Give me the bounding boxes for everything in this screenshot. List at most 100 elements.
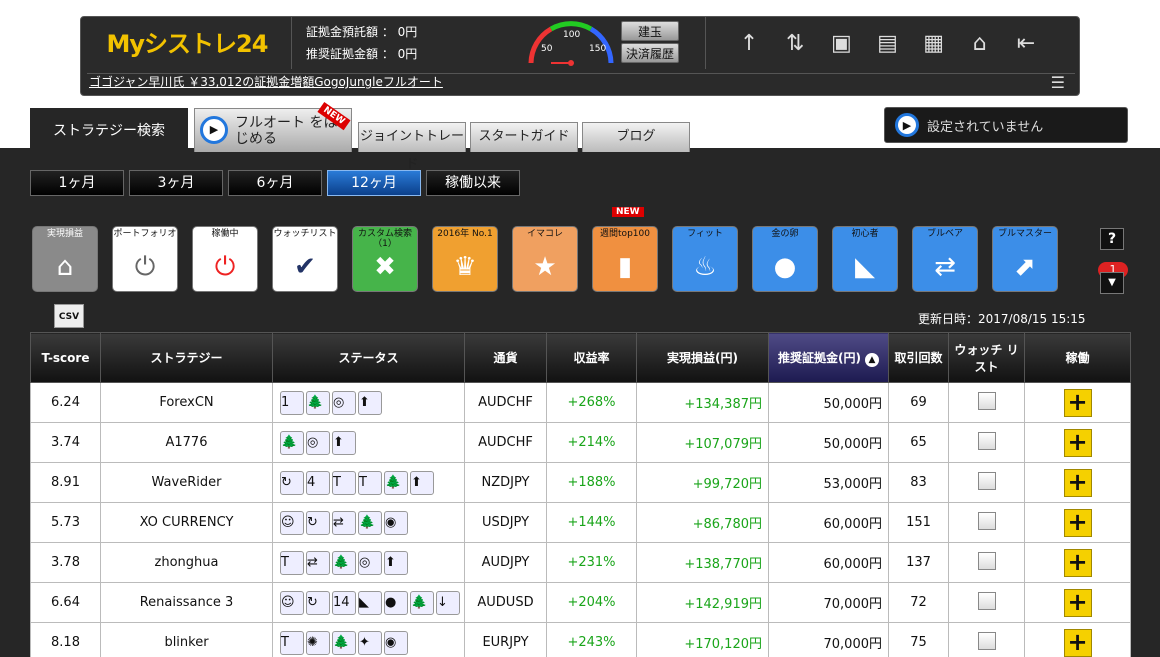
category-bullmaster[interactable]: ブルマスター ⬈ [992, 226, 1058, 292]
hamburger-menu-icon[interactable]: ☰ [1051, 73, 1065, 92]
arrow-up-icon[interactable]: ↑ [734, 28, 764, 58]
gauge-icon: 50 100 150 [528, 21, 614, 66]
fire-icon: ♨ [693, 252, 717, 282]
strategy-name-cell[interactable]: blinker [100, 622, 273, 657]
help-button[interactable]: ? [1100, 228, 1124, 250]
category-power[interactable]: ポートフォリオ ⏻ [112, 226, 178, 292]
category-label: ブルベア [926, 229, 963, 239]
category-trophy[interactable]: 2016年 No.1 ♛ [432, 226, 498, 292]
strategy-name-cell[interactable]: ForexCN [100, 382, 273, 423]
calendar-24-icon[interactable]: ▦ [919, 28, 949, 58]
activate-cell: + [1024, 502, 1131, 543]
realized-pnl-cell: +170,120円 [636, 622, 769, 657]
category-egg[interactable]: 金の卵 ● [752, 226, 818, 292]
category-check[interactable]: ウォッチリスト ✔ [272, 226, 338, 292]
header-realized-pnl[interactable]: 実現損益(円) [636, 332, 769, 383]
csv-download-button[interactable]: CSV [54, 304, 84, 328]
watchlist-checkbox[interactable] [977, 631, 996, 650]
recommended-margin-cell: 50,000円 [768, 382, 889, 423]
category-power-red[interactable]: 稼働中 ⏻ [192, 226, 258, 292]
watchlist-checkbox[interactable] [977, 511, 996, 530]
table-row[interactable]: 6.64 Renaissance 3 ☺ ↻ 14 ◣ ● 🌲 ↓ AUDUSD +204% +142… [30, 582, 1131, 623]
category-label: ブルマスター [997, 229, 1052, 239]
period-1m-button[interactable]: 1ヶ月 [30, 170, 124, 196]
strategy-name-cell[interactable]: WaveRider [100, 462, 273, 503]
tab-blog[interactable]: ブログ [582, 122, 690, 152]
table-row[interactable]: 8.91 WaveRider ↻ 4 T T 🌲 ⬆ NZDJPY +188% +99,720円 53… [30, 462, 1131, 503]
status-badge-icon: ↓ [436, 590, 460, 615]
category-beginner[interactable]: 初心者 ◣ [832, 226, 898, 292]
category-fire[interactable]: フィット ♨ [672, 226, 738, 292]
header-tscore[interactable]: T-score [30, 332, 101, 383]
strategy-name-cell[interactable]: A1776 [100, 422, 273, 463]
profile-icon[interactable]: ▣ [826, 28, 856, 58]
tab-strategy-search[interactable]: ストラテジー検索 [30, 108, 188, 152]
app-logo[interactable]: Myシストレ24 [87, 21, 287, 61]
table-row[interactable]: 5.73 XO CURRENCY ☺ ↻ ⇄ 🌲 ◉ USDJPY +144% +86,780円 6… [30, 502, 1131, 543]
watchlist-checkbox[interactable] [977, 431, 996, 450]
category-bullbear[interactable]: ブルベア ⇄ [912, 226, 978, 292]
watchlist-checkbox[interactable] [977, 391, 996, 410]
add-strategy-button[interactable]: + [1063, 388, 1092, 417]
add-strategy-button[interactable]: + [1063, 428, 1092, 457]
recommended-margin-cell: 70,000円 [768, 582, 889, 623]
yen-exchange-icon[interactable]: ⇅ [780, 28, 810, 58]
table-row[interactable]: 3.74 A1776 🌲 ◎ ⬆ AUDCHF +214% +107,079円 50,000円 6… [30, 422, 1131, 463]
strategy-name-cell[interactable]: zhonghua [100, 542, 273, 583]
category-top100[interactable]: 週間top100 ▮ [592, 226, 658, 292]
auto-setup-status[interactable]: ▶ 設定されていません [884, 107, 1128, 143]
recommended-margin-cell: 53,000円 [768, 462, 889, 503]
period-since-start-button[interactable]: 稼働以来 [426, 170, 520, 196]
currency-cell: NZDJPY [464, 462, 547, 503]
header-strategy[interactable]: ストラテジー [100, 332, 273, 383]
header-currency[interactable]: 通貨 [464, 332, 547, 383]
recommended-margin-cell: 60,000円 [768, 542, 889, 583]
tab-joint-trade[interactable]: ジョイントトレード [358, 122, 466, 172]
strategy-name-cell[interactable]: Renaissance 3 [100, 582, 273, 623]
status-badge-icon: ◎ [306, 430, 330, 455]
period-6m-button[interactable]: 6ヶ月 [228, 170, 322, 196]
add-strategy-button[interactable]: + [1063, 468, 1092, 497]
add-strategy-button[interactable]: + [1063, 548, 1092, 577]
status-cell: ☺ ↻ 14 ◣ ● 🌲 ↓ [272, 582, 465, 623]
category-star[interactable]: イマコレ ★ [512, 226, 578, 292]
status-badge-icon: ◎ [358, 550, 382, 575]
status-badge-icon: ⬆ [358, 390, 382, 415]
status-badge-icon: ⇄ [332, 510, 356, 535]
realized-pnl-cell: +99,720円 [636, 462, 769, 503]
header-recommended-margin[interactable]: 推奨証拠金(円) ▲ [768, 332, 889, 383]
category-tools[interactable]: カスタム検索（1） ✖ [352, 226, 418, 292]
logout-icon[interactable]: ⇤ [1011, 28, 1041, 58]
history-button[interactable]: 決済履歴 [621, 43, 679, 63]
realized-pnl-cell: +107,079円 [636, 422, 769, 463]
watchlist-checkbox[interactable] [977, 471, 996, 490]
category-house[interactable]: 実現損益 ⌂ [32, 226, 98, 292]
realized-pnl-cell: +142,919円 [636, 582, 769, 623]
strategy-name-cell[interactable]: XO CURRENCY [100, 502, 273, 543]
add-strategy-button[interactable]: + [1063, 588, 1092, 617]
header-return[interactable]: 収益率 [546, 332, 637, 383]
status-cell: 1 🌲 ◎ ⬆ [272, 382, 465, 423]
chevron-down-icon[interactable]: ▼ [1100, 272, 1124, 294]
tab-start-guide[interactable]: スタートガイド [470, 122, 578, 152]
watchlist-checkbox[interactable] [977, 591, 996, 610]
gauge-tick-100: 100 [563, 30, 580, 40]
header-status: ステータス [272, 332, 465, 383]
table-row[interactable]: 3.78 zhonghua T ⇄ 🌲 ◎ ⬆ AUDJPY +231% +138,770円 60,… [30, 542, 1131, 583]
add-strategy-button[interactable]: + [1063, 508, 1092, 537]
home-icon[interactable]: ⌂ [965, 28, 995, 58]
add-strategy-button[interactable]: + [1063, 628, 1092, 657]
period-12m-button[interactable]: 12ヶ月 [327, 170, 421, 196]
status-badge-icon: ⇄ [306, 550, 330, 575]
table-row[interactable]: 8.18 blinker T ✺ 🌲 ✦ ◉ EURJPY +243% +170,120円 70,0… [30, 622, 1131, 657]
watchlist-checkbox[interactable] [977, 551, 996, 570]
table-row[interactable]: 6.24 ForexCN 1 🌲 ◎ ⬆ AUDCHF +268% +134,387円 50,00… [30, 382, 1131, 423]
positions-button[interactable]: 建玉 [621, 21, 679, 41]
activate-cell: + [1024, 462, 1131, 503]
play-icon: ▶ [200, 116, 228, 144]
header-trade-count[interactable]: 取引回数 [888, 332, 949, 383]
period-3m-button[interactable]: 3ヶ月 [129, 170, 223, 196]
inbox-icon[interactable]: ▤ [872, 28, 902, 58]
news-ticker[interactable]: ゴゴジャン早川氏 ￥33,012の証拠金増額GogoJungleフルオート [87, 73, 1075, 91]
trade-count-cell: 65 [888, 422, 949, 463]
